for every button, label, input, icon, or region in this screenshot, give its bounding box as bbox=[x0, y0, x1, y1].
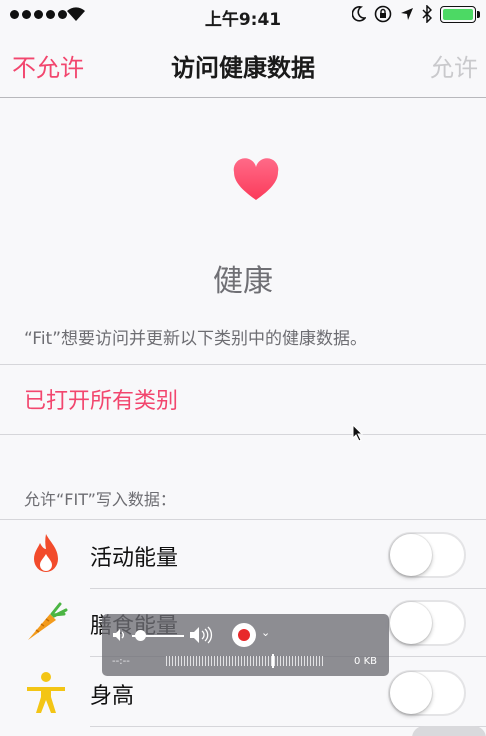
flame-icon bbox=[34, 534, 58, 572]
list-item-label: 身高 bbox=[90, 684, 135, 709]
recording-size: 0 KB bbox=[354, 656, 377, 667]
height-toggle[interactable] bbox=[388, 670, 466, 716]
permission-description: “Fit”想要访问并更新以下类别中的健康数据。 bbox=[24, 329, 368, 349]
heart-icon bbox=[233, 158, 279, 200]
chevron-down-icon[interactable]: ⌄ bbox=[261, 626, 270, 639]
health-header: 健康 “Fit”想要访问并更新以下类别中的健康数据。 bbox=[0, 98, 486, 364]
record-button[interactable] bbox=[232, 623, 256, 647]
carrot-icon bbox=[28, 602, 68, 640]
divider bbox=[0, 434, 486, 435]
app-name: 健康 bbox=[213, 264, 273, 299]
mouse-pointer-icon bbox=[352, 424, 364, 442]
location-icon bbox=[401, 8, 413, 20]
list-item-label: 活动能量 bbox=[90, 546, 179, 571]
person-icon bbox=[27, 672, 65, 713]
next-toggle[interactable] bbox=[412, 726, 486, 736]
active-energy-toggle[interactable] bbox=[388, 532, 466, 578]
recording-time: --:-- bbox=[112, 656, 130, 667]
orientation-lock-icon bbox=[374, 5, 392, 23]
allow-button[interactable]: 允许 bbox=[430, 48, 478, 83]
dietary-energy-toggle[interactable] bbox=[388, 600, 466, 646]
audio-level-meter bbox=[166, 656, 324, 666]
volume-slider-handle[interactable] bbox=[135, 630, 146, 641]
write-section-header: 允许“FIT”写入数据： bbox=[24, 490, 176, 509]
screen-recorder-panel: ⌄ --:-- 0 KB bbox=[102, 614, 389, 676]
divider bbox=[0, 364, 486, 365]
battery-icon bbox=[440, 5, 480, 23]
moon-icon bbox=[352, 6, 366, 22]
status-bar: 上午9:41 bbox=[0, 0, 486, 30]
turn-on-all-categories-button[interactable]: 已打开所有类别 bbox=[24, 383, 178, 415]
list-item-active-energy[interactable]: 活动能量 bbox=[0, 520, 486, 588]
page-title: 访问健康数据 bbox=[171, 54, 315, 82]
volume-low-icon bbox=[113, 629, 124, 641]
audio-level-marker bbox=[272, 654, 274, 668]
bluetooth-icon bbox=[422, 5, 432, 23]
navigation-bar: 不允许 访问健康数据 允许 bbox=[0, 30, 486, 98]
battery-level bbox=[443, 8, 473, 20]
volume-high-icon bbox=[190, 626, 213, 644]
